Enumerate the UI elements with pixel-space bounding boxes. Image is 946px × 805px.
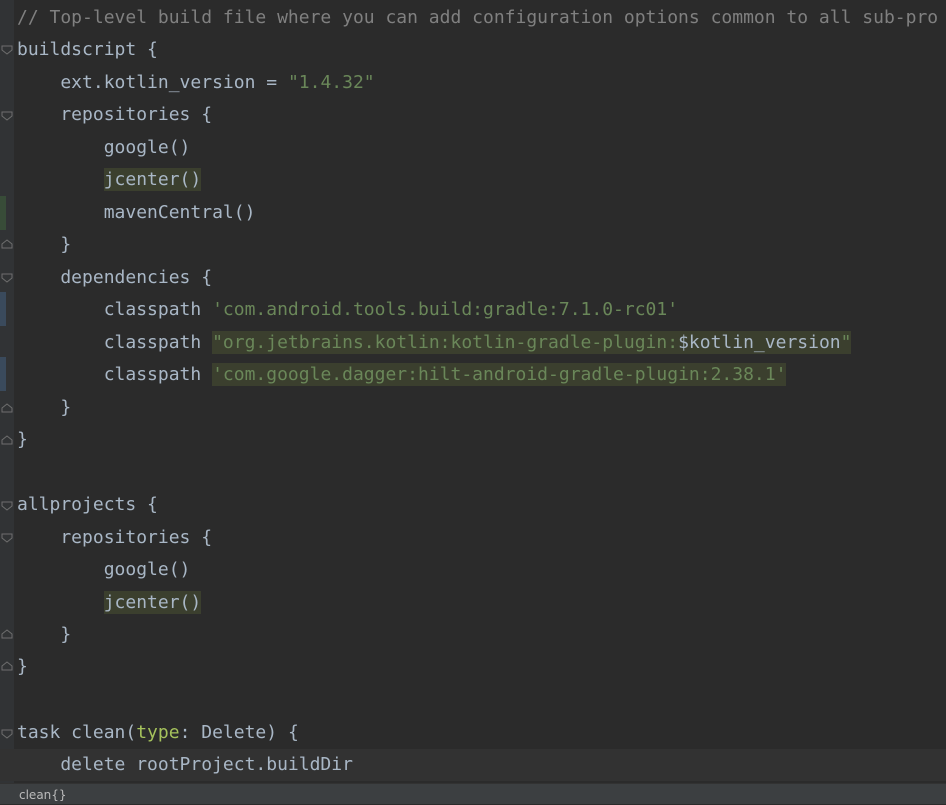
code-line[interactable]: classpath 'com.android.tools.build:gradl… xyxy=(0,294,946,326)
named-parameter: type xyxy=(136,722,180,743)
code-text: allprojects { xyxy=(17,494,158,515)
code-text: } xyxy=(17,624,72,645)
current-code-line[interactable]: delete rootProject.buildDir xyxy=(0,749,946,781)
code-text: repositories { xyxy=(17,104,213,125)
code-text: ext.kotlin_version = xyxy=(17,72,288,93)
code-text: buildscript { xyxy=(17,39,158,60)
code-text: google() xyxy=(17,137,191,158)
deprecated-call-highlight: jcenter() xyxy=(103,168,202,191)
deprecated-call-highlight: jcenter() xyxy=(103,591,202,614)
code-line[interactable]: mavenCentral() xyxy=(0,197,946,229)
code-line[interactable]: // Top-level build file where you can ad… xyxy=(0,2,946,34)
code-text: classpath xyxy=(17,364,213,385)
code-editor[interactable]: // Top-level build file where you can ad… xyxy=(0,0,946,783)
code-text: google() xyxy=(17,559,191,580)
code-line[interactable]: buildscript { xyxy=(0,34,946,66)
code-line[interactable]: classpath "org.jetbrains.kotlin:kotlin-g… xyxy=(0,327,946,359)
code-line[interactable]: task clean(type: Delete) { xyxy=(0,717,946,749)
deprecated-call: jcenter() xyxy=(17,164,202,196)
code-line[interactable]: } xyxy=(0,651,946,683)
code-line[interactable]: jcenter() xyxy=(0,587,946,619)
string-literal: 'com.android.tools.build:gradle:7.1.0-rc… xyxy=(212,299,679,320)
code-line[interactable]: } xyxy=(0,424,946,456)
code-text: task clean( xyxy=(17,722,137,743)
code-line[interactable]: repositories { xyxy=(0,522,946,554)
code-text: delete rootProject.buildDir xyxy=(17,754,353,775)
string-literal: "1.4.32" xyxy=(287,72,375,93)
code-text: mavenCentral() xyxy=(17,202,256,223)
code-text: } xyxy=(17,397,72,418)
code-text: dependencies { xyxy=(17,267,213,288)
code-text: } xyxy=(17,234,72,255)
comment: // Top-level build file where you can ad… xyxy=(17,7,939,28)
deprecated-call: jcenter() xyxy=(17,587,202,619)
interpolated-variable: $kotlin_version xyxy=(678,331,841,354)
code-line[interactable]: jcenter() xyxy=(0,164,946,196)
code-line[interactable]: ext.kotlin_version = "1.4.32" xyxy=(0,67,946,99)
code-text: : Delete) { xyxy=(179,722,299,743)
string-literal: "org.jetbrains.kotlin:kotlin-gradle-plug… xyxy=(212,331,679,354)
code-line[interactable]: google() xyxy=(0,554,946,586)
code-text: repositories { xyxy=(17,527,213,548)
code-line[interactable]: classpath 'com.google.dagger:hilt-androi… xyxy=(0,359,946,391)
string-literal: 'com.google.dagger:hilt-android-gradle-p… xyxy=(212,363,787,386)
code-text: } xyxy=(17,429,28,450)
breadcrumb[interactable]: clean{} xyxy=(19,785,67,805)
code-line[interactable]: } xyxy=(0,392,946,424)
code-text: classpath xyxy=(17,299,213,320)
code-text: classpath xyxy=(17,332,213,353)
code-line[interactable]: dependencies { xyxy=(0,262,946,294)
code-text: } xyxy=(17,656,28,677)
code-line[interactable]: } xyxy=(0,619,946,651)
code-line[interactable]: repositories { xyxy=(0,99,946,131)
code-line[interactable]: allprojects { xyxy=(0,489,946,521)
code-line[interactable]: } xyxy=(0,229,946,261)
string-literal: " xyxy=(840,331,852,354)
breadcrumb-bar: clean{} xyxy=(0,783,946,804)
code-line[interactable]: google() xyxy=(0,132,946,164)
